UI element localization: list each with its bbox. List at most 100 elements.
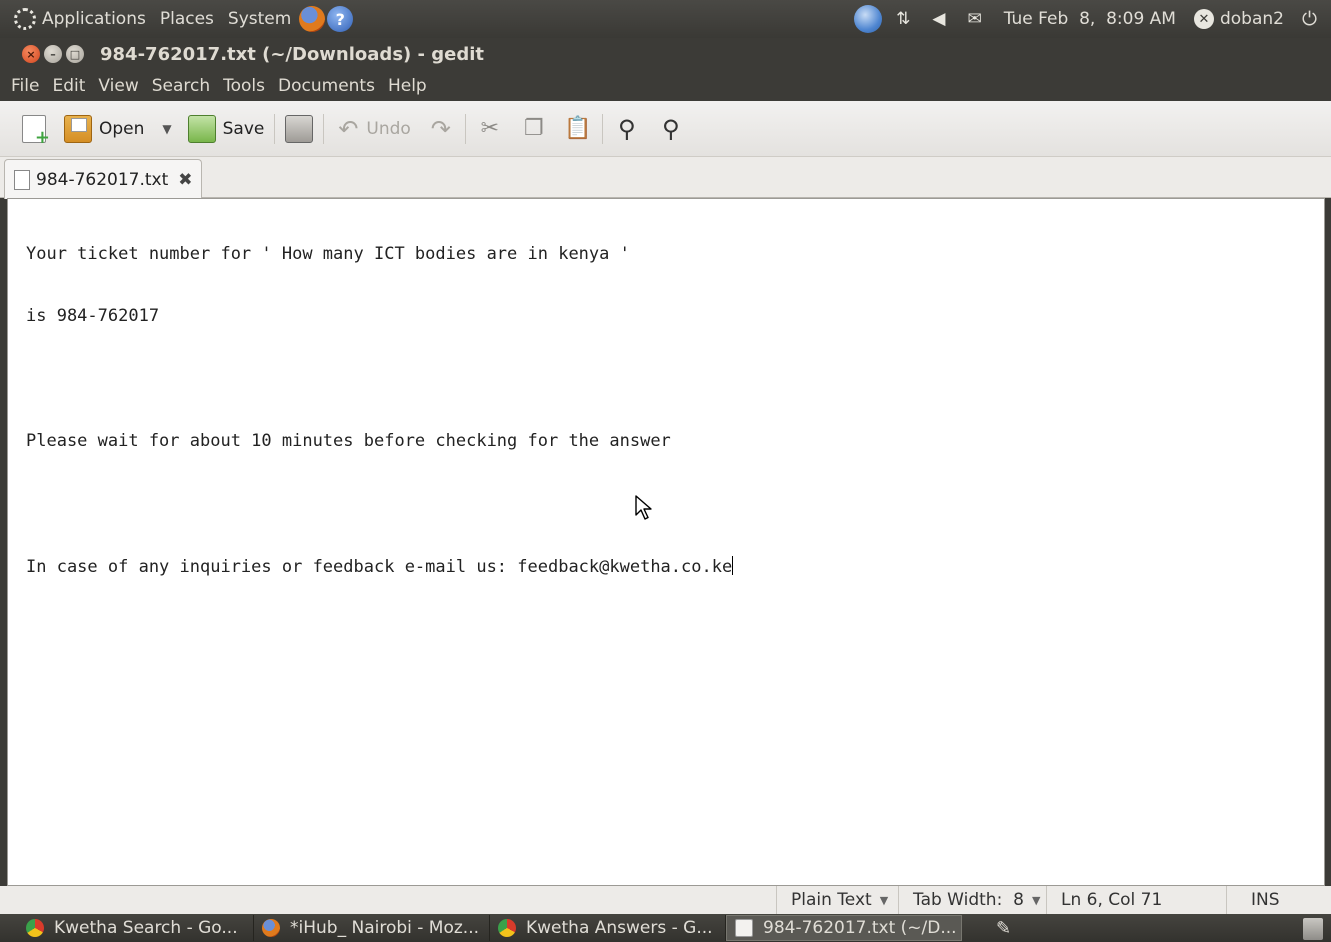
firefox-icon[interactable] bbox=[299, 6, 326, 32]
tab-width-selector[interactable]: Tab Width: 8 ▼ bbox=[898, 886, 1046, 914]
system-menu[interactable]: System bbox=[228, 9, 291, 29]
taskbar-item-kwetha-search[interactable]: Kwetha Search - Go... bbox=[18, 915, 254, 941]
menu-tools[interactable]: Tools bbox=[223, 76, 265, 96]
firefox-icon bbox=[262, 919, 280, 937]
find-button[interactable]: ⚲ bbox=[613, 109, 641, 149]
print-button[interactable] bbox=[285, 109, 314, 149]
network-globe-icon[interactable] bbox=[854, 5, 883, 33]
find-replace-icon: ⚲ bbox=[662, 114, 680, 143]
menu-edit[interactable]: Edit bbox=[52, 76, 85, 96]
open-button[interactable]: Open bbox=[64, 109, 144, 149]
open-label: Open bbox=[99, 118, 145, 139]
copy-icon: ❐ bbox=[523, 116, 544, 141]
toolbar-separator bbox=[601, 113, 603, 144]
volume-icon[interactable]: ◀ bbox=[932, 9, 945, 29]
editor-line-last: In case of any inquiries or feedback e-m… bbox=[26, 555, 734, 577]
mail-icon[interactable]: ✉ bbox=[967, 9, 981, 29]
redo-button[interactable]: ↷ bbox=[427, 109, 455, 149]
window-title: 984-762017.txt (~/Downloads) - gedit bbox=[100, 43, 485, 65]
clock[interactable]: Tue Feb 8, 8:09 AM bbox=[1004, 9, 1176, 29]
document-tab-bar: 984-762017.txt ✖ bbox=[0, 157, 1331, 199]
tab-label: 984-762017.txt bbox=[36, 169, 169, 190]
status-bar: Plain Text ▼ Tab Width: 8 ▼ Ln 6, Col 71… bbox=[0, 886, 1331, 914]
applications-menu[interactable]: Applications bbox=[42, 9, 146, 29]
paste-button[interactable]: 📋 bbox=[564, 109, 592, 149]
new-document-icon bbox=[22, 114, 50, 148]
menu-search[interactable]: Search bbox=[152, 76, 210, 96]
text-caret bbox=[732, 555, 734, 575]
menu-documents[interactable]: Documents bbox=[278, 76, 375, 96]
menu-help[interactable]: Help bbox=[388, 76, 427, 96]
close-tab-icon[interactable]: ✖ bbox=[178, 170, 192, 190]
printer-icon bbox=[285, 114, 314, 143]
open-folder-icon bbox=[64, 114, 92, 143]
task-label: Kwetha Search - Go... bbox=[54, 918, 238, 938]
save-label: Save bbox=[222, 118, 265, 139]
places-menu[interactable]: Places bbox=[160, 9, 214, 29]
editor-line: is 984-762017 bbox=[26, 305, 160, 326]
cut-button[interactable]: ✂ bbox=[476, 109, 504, 149]
window-title-bar: × – □ 984-762017.txt (~/Downloads) - ged… bbox=[0, 38, 1331, 70]
language-selector[interactable]: Plain Text ▼ bbox=[776, 886, 898, 914]
taskbar-item-ihub-nairobi[interactable]: *iHub_ Nairobi - Moz... bbox=[254, 915, 490, 941]
save-icon bbox=[187, 114, 216, 143]
panel-tray: ⇅ ◀ ✉ Tue Feb 8, 8:09 AM ✕ doban2 ⏻ bbox=[854, 0, 1331, 38]
insert-mode: INS bbox=[1226, 886, 1331, 914]
chevron-down-icon: ▼ bbox=[162, 121, 172, 136]
undo-button[interactable]: ↶ Undo bbox=[334, 109, 410, 149]
ubuntu-logo-icon bbox=[14, 8, 36, 30]
menu-file[interactable]: File bbox=[11, 76, 39, 96]
task-label: 984-762017.txt (~/D... bbox=[763, 918, 957, 938]
menu-view[interactable]: View bbox=[98, 76, 138, 96]
trash-icon[interactable] bbox=[1303, 918, 1323, 940]
chrome-icon bbox=[26, 919, 44, 937]
tab-document[interactable]: 984-762017.txt ✖ bbox=[4, 159, 202, 199]
taskbar-item-gedit[interactable]: 984-762017.txt (~/D... bbox=[726, 915, 962, 941]
editor-line: In case of any inquiries or feedback e-m… bbox=[26, 556, 733, 577]
task-label: Kwetha Answers - G... bbox=[526, 918, 713, 938]
scissors-icon: ✂ bbox=[480, 116, 500, 141]
bottom-task-panel: Kwetha Search - Go... *iHub_ Nairobi - M… bbox=[0, 914, 1331, 942]
text-editor[interactable]: Your ticket number for ' How many ICT bo… bbox=[7, 198, 1325, 886]
editor-line: Please wait for about 10 minutes before … bbox=[26, 430, 671, 451]
language-label: Plain Text bbox=[791, 890, 872, 910]
power-icon[interactable]: ⏻ bbox=[1302, 8, 1317, 30]
cursor-position-label: Ln 6, Col 71 bbox=[1061, 890, 1163, 910]
toolbar-separator bbox=[323, 113, 325, 144]
network-arrows-icon[interactable]: ⇅ bbox=[896, 9, 910, 29]
user-icon[interactable]: ✕ bbox=[1193, 9, 1214, 29]
user-name[interactable]: doban2 bbox=[1220, 9, 1284, 29]
minimize-window-button[interactable]: – bbox=[44, 45, 62, 63]
chevron-down-icon: ▼ bbox=[879, 893, 889, 907]
open-recent-dropdown[interactable]: ▼ bbox=[162, 109, 171, 149]
copy-button[interactable]: ❐ bbox=[520, 109, 548, 149]
new-document-button[interactable] bbox=[22, 109, 50, 149]
task-label: *iHub_ Nairobi - Moz... bbox=[290, 918, 480, 938]
top-panel: Applications Places System ? ⇅ ◀ ✉ Tue F… bbox=[0, 0, 1331, 38]
replace-button[interactable]: ⚲ bbox=[657, 109, 685, 149]
undo-icon: ↶ bbox=[338, 114, 359, 143]
text-editor-icon bbox=[735, 919, 753, 937]
close-window-button[interactable]: × bbox=[22, 45, 40, 63]
editor-line: Your ticket number for ' How many ICT bo… bbox=[26, 243, 630, 264]
help-icon[interactable]: ? bbox=[327, 6, 354, 32]
toolbar: Open ▼ Save ↶ Undo ↷ ✂ ❐ 📋 ⚲ ⚲ bbox=[0, 101, 1331, 157]
cursor-position: Ln 6, Col 71 bbox=[1046, 886, 1226, 914]
maximize-window-button[interactable]: □ bbox=[66, 45, 84, 63]
insert-mode-label: INS bbox=[1251, 890, 1280, 910]
chevron-down-icon: ▼ bbox=[1031, 893, 1041, 907]
toolbar-separator bbox=[464, 113, 466, 144]
undo-label: Undo bbox=[366, 118, 411, 139]
tab-width-label: Tab Width: 8 bbox=[913, 890, 1024, 910]
editor-content[interactable]: Your ticket number for ' How many ICT bo… bbox=[26, 202, 734, 618]
save-button[interactable]: Save bbox=[187, 109, 265, 149]
magnifier-icon: ⚲ bbox=[618, 114, 636, 143]
text-file-icon bbox=[14, 169, 30, 190]
notes-applet-icon[interactable]: ✎ bbox=[996, 918, 1022, 939]
taskbar-item-kwetha-answers[interactable]: Kwetha Answers - G... bbox=[490, 915, 726, 941]
menubar: File Edit View Search Tools Documents He… bbox=[0, 70, 1331, 101]
panel-menus: Applications Places System ? bbox=[0, 6, 354, 32]
redo-icon: ↷ bbox=[430, 114, 451, 143]
